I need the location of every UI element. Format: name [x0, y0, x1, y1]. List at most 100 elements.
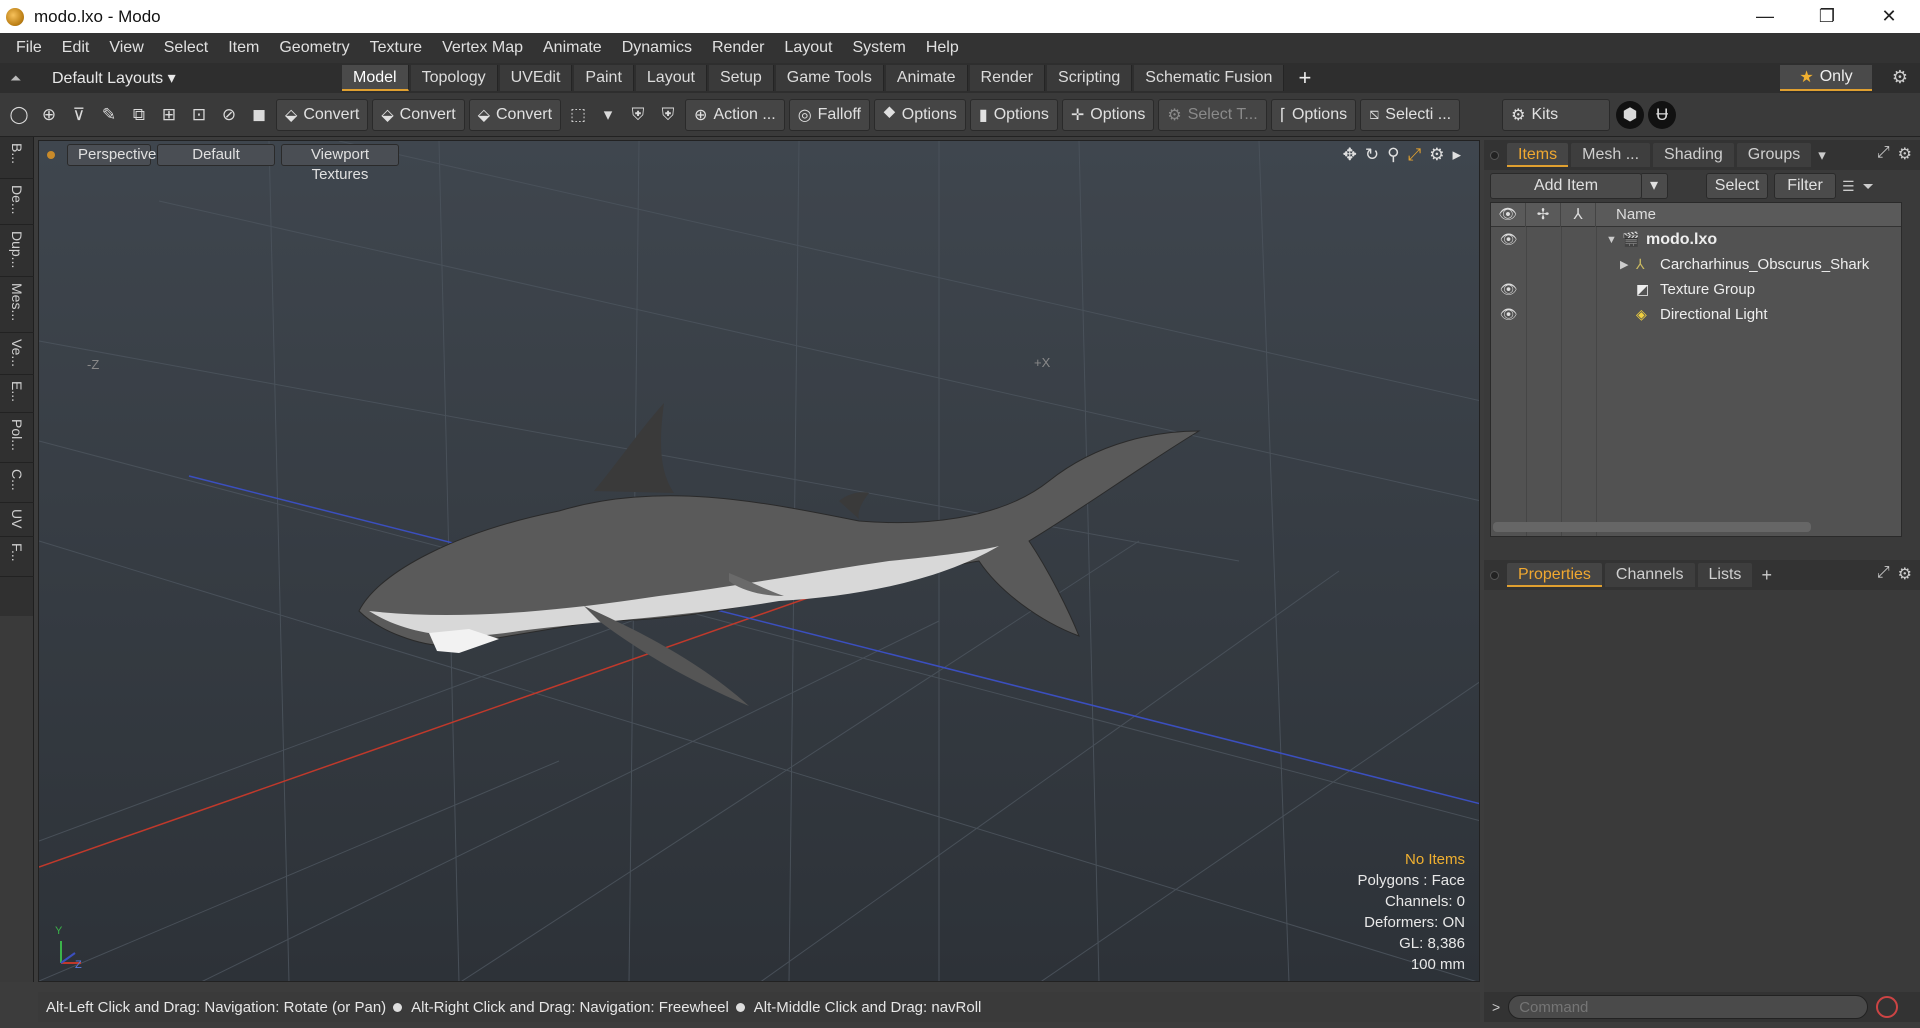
tab-topology[interactable]: Topology [410, 65, 498, 91]
menu-render[interactable]: Render [702, 39, 774, 57]
snap-cube-icon[interactable]: ⬚ [563, 99, 593, 131]
select-button[interactable]: Select [1706, 173, 1768, 199]
left-tab-curve[interactable]: C... [0, 463, 34, 503]
edge-select-icon[interactable]: ⊕ [34, 99, 64, 131]
left-tab-edge[interactable]: E... [0, 375, 34, 413]
options-button-1[interactable]: ⯁ Options [873, 98, 966, 131]
unreal-icon[interactable]: Ʉ [1648, 100, 1677, 129]
tab-groups[interactable]: Groups [1736, 143, 1812, 167]
left-tab-vertex[interactable]: Ve... [0, 333, 34, 375]
chevron-down-icon[interactable]: ▾ [593, 99, 623, 131]
panel-menu-dot[interactable] [1490, 150, 1499, 160]
options-button-3[interactable]: ✛ Options [1061, 98, 1155, 131]
menu-edit[interactable]: Edit [52, 39, 100, 57]
convert-button-3[interactable]: ⬙ Convert [468, 98, 562, 131]
menu-system[interactable]: System [842, 39, 915, 57]
tab-paint[interactable]: Paint [574, 65, 634, 91]
item-row-light[interactable]: 👁 ◈ Directional Light [1491, 302, 1901, 327]
options-button-2[interactable]: ▮ Options [969, 98, 1058, 131]
tab-layout[interactable]: Layout [635, 65, 707, 91]
tab-model[interactable]: Model [342, 65, 409, 91]
tab-schematic-fusion[interactable]: Schematic Fusion [1134, 65, 1285, 91]
visibility-column-icon[interactable]: 👁 [1491, 202, 1526, 227]
zoom-icon[interactable]: ⚲ [1387, 145, 1399, 165]
tab-mesh-ops[interactable]: Mesh ... [1571, 143, 1651, 167]
menu-select[interactable]: Select [154, 39, 218, 57]
add-item-dropdown-icon[interactable]: ▾ [1640, 173, 1668, 199]
chevron-down-icon[interactable]: ▾ [1818, 146, 1826, 164]
panel-gear-icon[interactable]: ⚙ [1898, 144, 1912, 164]
vertex-select-icon[interactable]: ◯ [4, 99, 34, 131]
restore-button[interactable]: ❐ [1796, 0, 1858, 33]
center-select-icon[interactable]: ⊞ [154, 99, 184, 131]
brush-icon[interactable]: ✎ [94, 99, 124, 131]
left-tab-fusion[interactable]: F... [0, 537, 34, 577]
left-tab-polygon[interactable]: Pol... [0, 413, 34, 463]
kits-button[interactable]: ⚙ Kits [1502, 98, 1611, 131]
tab-scripting[interactable]: Scripting [1047, 65, 1133, 91]
cube-icon[interactable]: ◼ [244, 99, 274, 131]
pan-icon[interactable]: ✥ [1343, 145, 1357, 165]
left-tab-mesh-edit[interactable]: Mes... [0, 277, 34, 333]
gear-icon[interactable]: ⚙ [1892, 67, 1908, 88]
item-row-scene[interactable]: 👁 ▼ 🎬 modo.lxo [1491, 227, 1901, 252]
tab-lists[interactable]: Lists [1697, 563, 1753, 587]
menu-texture[interactable]: Texture [360, 39, 432, 57]
symmetry-icon[interactable]: ⛨ [623, 99, 653, 131]
item-row-texture-group[interactable]: 👁 ◩ Texture Group [1491, 277, 1901, 302]
viewport-arrow-icon[interactable]: ▸ [1452, 145, 1461, 165]
menu-item[interactable]: Item [218, 39, 269, 57]
tab-channels[interactable]: Channels [1604, 563, 1695, 587]
left-tab-uv[interactable]: UV [0, 503, 34, 537]
command-input[interactable] [1508, 995, 1869, 1019]
menu-vertex-map[interactable]: Vertex Map [432, 39, 533, 57]
item-row-mesh[interactable]: ▶ ⅄ Carcharhinus_Obscurus_Shark [1491, 252, 1901, 277]
shark-model[interactable] [358, 403, 1201, 706]
lock-column-icon[interactable]: ✢ [1526, 202, 1561, 227]
collapse-up-icon[interactable]: ⏶ [10, 70, 30, 87]
visibility-eye-icon[interactable]: 👁 [1491, 281, 1526, 298]
menu-geometry[interactable]: Geometry [269, 39, 359, 57]
expand-icon[interactable]: ⤢ [1877, 564, 1890, 584]
tab-setup[interactable]: Setup [708, 65, 774, 91]
tab-uvedit[interactable]: UVEdit [499, 65, 573, 91]
left-tab-deform[interactable]: De... [0, 179, 34, 225]
record-macro-icon[interactable] [1876, 996, 1899, 1018]
visibility-eye-icon[interactable]: 👁 [1491, 306, 1526, 323]
falloff-button[interactable]: ◎ Falloff [788, 98, 870, 131]
list-options-icon[interactable]: ☰ [1842, 178, 1855, 195]
minimize-button[interactable]: — [1734, 0, 1796, 33]
material-select-icon[interactable]: ⊘ [214, 99, 244, 131]
menu-dynamics[interactable]: Dynamics [612, 39, 702, 57]
select-through-button[interactable]: ⚙ Select T... [1158, 98, 1267, 131]
name-column-header[interactable]: Name [1596, 206, 1656, 223]
filter-button[interactable]: Filter [1774, 173, 1836, 199]
pivot-select-icon[interactable]: ⊡ [184, 99, 214, 131]
close-button[interactable]: ✕ [1858, 0, 1920, 33]
panel-gear-icon[interactable]: ⚙ [1898, 564, 1912, 584]
action-center-button[interactable]: ⊕ Action ... [685, 98, 785, 131]
expand-icon[interactable]: ⤢ [1877, 144, 1890, 164]
collapse-arrow-icon[interactable]: ▶ [1620, 258, 1636, 271]
menu-file[interactable]: File [6, 39, 52, 57]
viewport-textures-dropdown[interactable]: Viewport Textures [281, 144, 399, 183]
tab-animate[interactable]: Animate [885, 65, 968, 91]
menu-animate[interactable]: Animate [533, 39, 612, 57]
menu-layout[interactable]: Layout [774, 39, 842, 57]
3d-viewport[interactable]: Perspective Default Viewport Textures ✥ … [38, 140, 1480, 982]
shading-dropdown[interactable]: Default [157, 144, 275, 166]
left-tab-duplicate[interactable]: Dup... [0, 225, 34, 277]
perspective-dropdown[interactable]: Perspective [67, 144, 156, 166]
add-tab-button[interactable]: + [1761, 565, 1772, 586]
command-history-icon[interactable]: > [1492, 999, 1500, 1015]
viewport-gear-icon[interactable]: ⚙ [1429, 145, 1444, 165]
item-select-icon[interactable]: ⧉ [124, 99, 154, 131]
add-item-button[interactable]: Add Item [1490, 173, 1642, 199]
horizontal-scrollbar[interactable] [1493, 522, 1811, 532]
rotate-icon[interactable]: ↻ [1365, 145, 1379, 165]
tab-render[interactable]: Render [969, 65, 1046, 91]
filter-funnel-icon[interactable]: ⏷ [1863, 178, 1874, 195]
viewport-menu-dot[interactable] [47, 151, 55, 159]
left-tab-basic[interactable]: B... [0, 137, 34, 179]
visibility-eye-icon[interactable]: 👁 [1491, 231, 1526, 248]
